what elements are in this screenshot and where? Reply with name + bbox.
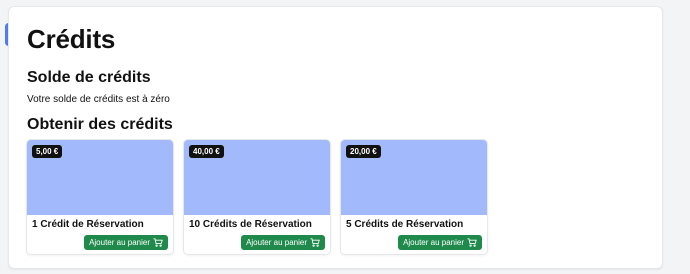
add-to-cart-label: Ajouter au panier — [89, 238, 150, 247]
balance-text: Votre solde de crédits est à zéro — [27, 94, 170, 105]
offer-card: 5,00 € 1 Crédit de Réservation Ajouter a… — [26, 139, 174, 255]
offer-title: 1 Crédit de Réservation — [32, 219, 144, 230]
page-title: Crédits — [27, 24, 116, 54]
add-to-cart-button[interactable]: Ajouter au panier — [84, 235, 168, 250]
price-badge: 20,00 € — [346, 145, 381, 158]
balance-heading: Solde de crédits — [27, 69, 151, 86]
offer-title: 5 Crédits de Réservation — [346, 219, 464, 230]
add-to-cart-button[interactable]: Ajouter au panier — [241, 235, 325, 250]
price-badge: 40,00 € — [189, 145, 224, 158]
offer-card: 20,00 € 5 Crédits de Réservation Ajouter… — [340, 139, 488, 255]
offer-list: 5,00 € 1 Crédit de Réservation Ajouter a… — [26, 139, 488, 255]
add-to-cart-label: Ajouter au panier — [246, 238, 307, 247]
shopping-cart-icon — [310, 238, 320, 247]
credits-panel: Crédits Solde de crédits Votre solde de … — [8, 6, 663, 269]
add-to-cart-label: Ajouter au panier — [403, 238, 464, 247]
get-credits-heading: Obtenir des crédits — [27, 116, 173, 133]
offer-card: 40,00 € 10 Crédits de Réservation Ajoute… — [183, 139, 331, 255]
add-to-cart-button[interactable]: Ajouter au panier — [398, 235, 482, 250]
shopping-cart-icon — [467, 238, 477, 247]
offer-title: 10 Crédits de Réservation — [189, 219, 312, 230]
price-badge: 5,00 € — [32, 145, 63, 158]
shopping-cart-icon — [153, 238, 163, 247]
